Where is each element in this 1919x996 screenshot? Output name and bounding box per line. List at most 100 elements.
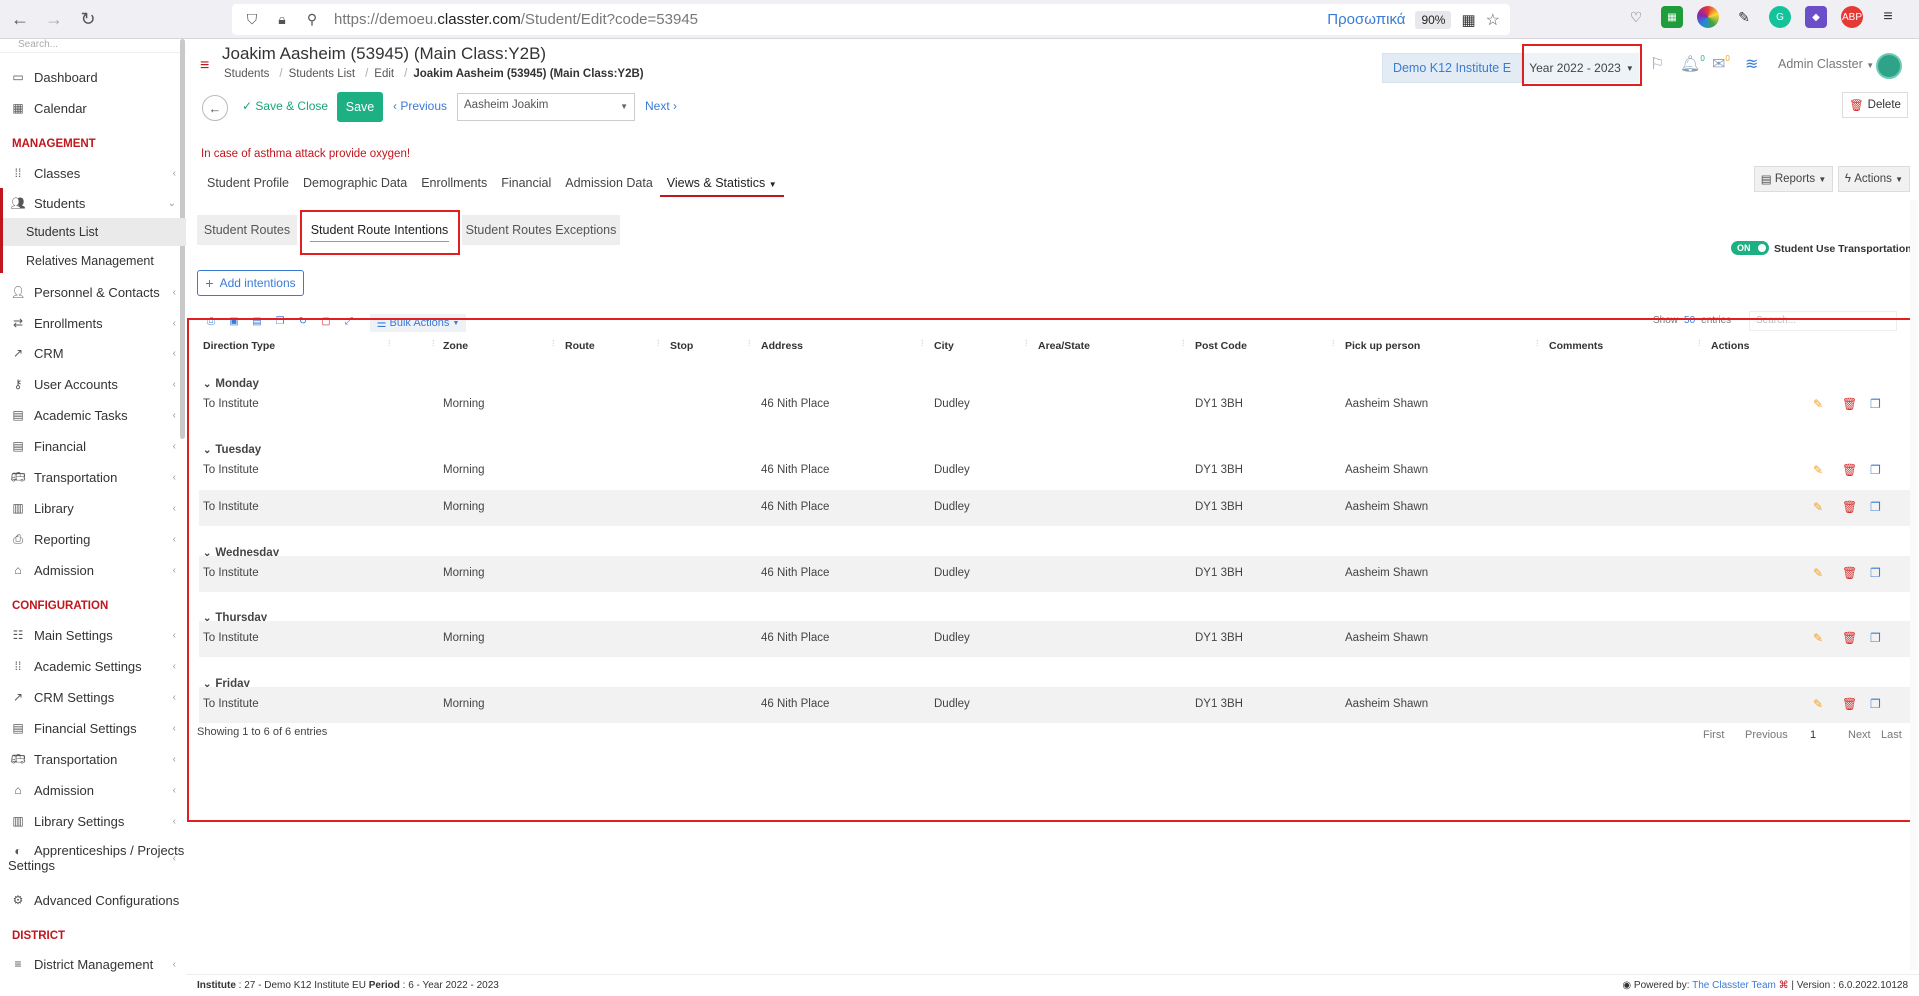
qr-icon[interactable]: ▦: [1461, 11, 1475, 29]
mail-icon[interactable]: ✉0: [1712, 54, 1730, 74]
sidebar-item-calendar[interactable]: ▦ Calendar: [0, 95, 186, 121]
sort-icon[interactable]: ⁞: [657, 338, 660, 348]
institute-selector[interactable]: Demo K12 Institute E: [1382, 53, 1522, 83]
breadcrumb-edit[interactable]: Edit: [374, 68, 394, 80]
menu-icon[interactable]: ≡: [1877, 6, 1899, 28]
sidebar-item-admission-settings[interactable]: ⌂ Admission ‹: [0, 777, 186, 803]
actions-button[interactable]: ϟ Actions ▼: [1838, 166, 1910, 192]
column-header-address[interactable]: Address: [761, 340, 803, 352]
sidebar-item-relatives-management[interactable]: Relatives Management: [0, 247, 186, 275]
sidebar-item-students-list[interactable]: Students List: [0, 218, 186, 246]
pager-previous[interactable]: Previous: [1745, 729, 1788, 741]
trash-icon[interactable]: 🗑︎: [1842, 631, 1857, 645]
breadcrumb-students-list[interactable]: Students List: [289, 68, 355, 80]
reports-button[interactable]: ▤ Reports ▼: [1754, 166, 1833, 192]
copy-icon[interactable]: ❐: [1870, 631, 1881, 645]
admin-user-menu[interactable]: Admin Classter ▼: [1778, 57, 1874, 71]
hamburger-icon[interactable]: ≡: [200, 57, 209, 75]
flag-icon[interactable]: ⚐: [1650, 54, 1664, 74]
page-scrollbar[interactable]: [1910, 200, 1918, 970]
table-row[interactable]: To Institute Morning 46 Nith Place Dudley DY…: [199, 621, 1911, 657]
tab-admission-data[interactable]: Admission Data: [558, 171, 660, 197]
adblock-icon[interactable]: ABP: [1841, 6, 1863, 28]
edit-pencil-icon[interactable]: ✎: [1813, 397, 1823, 411]
pager-last[interactable]: Last: [1881, 729, 1902, 741]
trash-icon[interactable]: 🗑︎: [1842, 397, 1857, 411]
column-header-direction-type[interactable]: Direction Type: [203, 340, 275, 352]
sort-icon[interactable]: ⁞: [1182, 338, 1185, 348]
save-close-button[interactable]: ✓ Save & Close: [242, 99, 328, 113]
container-label[interactable]: Προσωπικά: [1327, 11, 1405, 28]
save-button[interactable]: Save: [337, 92, 383, 122]
edit-pencil-icon[interactable]: ✎: [1813, 697, 1823, 711]
sort-icon[interactable]: ⁞: [1332, 338, 1335, 348]
column-header-area-state[interactable]: Area/State: [1038, 340, 1090, 352]
extension-shield-icon[interactable]: ◆: [1805, 6, 1827, 28]
previous-button[interactable]: ‹ Previous: [393, 99, 447, 113]
copy-icon[interactable]: ❐: [1870, 697, 1881, 711]
sort-icon[interactable]: ⁞: [432, 338, 435, 348]
refresh-icon[interactable]: ↻: [296, 316, 310, 327]
next-button[interactable]: Next ›: [645, 99, 677, 113]
back-button[interactable]: ←: [202, 95, 228, 121]
footer-team-link[interactable]: The Classter Team: [1692, 980, 1776, 991]
bell-icon[interactable]: 🔔︎0: [1680, 54, 1705, 74]
year-selector[interactable]: Year 2022 - 2023 ▼: [1524, 53, 1639, 83]
edit-pencil-icon[interactable]: ✎: [1813, 500, 1823, 514]
pdf-icon[interactable]: ▢: [319, 316, 333, 327]
trash-icon[interactable]: 🗑︎: [1842, 566, 1857, 580]
bookmark-star-icon[interactable]: ☆: [1486, 10, 1500, 30]
table-row[interactable]: To Institute Morning 46 Nith Place Dudley DY…: [199, 687, 1911, 723]
sidebar-item-user-accounts[interactable]: ⚷ User Accounts ‹: [0, 371, 186, 397]
sidebar-item-reporting[interactable]: ⎙ Reporting ‹: [0, 526, 186, 552]
column-header-comments[interactable]: Comments: [1549, 340, 1603, 352]
copy-icon[interactable]: ❐: [1870, 566, 1881, 580]
column-header-pickup-person[interactable]: Pick up person: [1345, 340, 1420, 352]
column-header-zone[interactable]: Zone: [443, 340, 468, 352]
column-header-post-code[interactable]: Post Code: [1195, 340, 1247, 352]
sidebar-item-crm[interactable]: ↗ CRM ‹: [0, 340, 186, 366]
tab-demographic-data[interactable]: Demographic Data: [296, 171, 414, 197]
entries-count-select[interactable]: 50: [1684, 315, 1695, 326]
expand-icon[interactable]: ⤢: [342, 316, 356, 327]
sort-icon[interactable]: ⁞: [1025, 338, 1028, 348]
sort-icon[interactable]: ⁞: [552, 338, 555, 348]
copy-icon[interactable]: ❐: [273, 316, 287, 327]
copy-icon[interactable]: ❐: [1870, 500, 1881, 514]
pager-next[interactable]: Next: [1848, 729, 1871, 741]
edit-pencil-icon[interactable]: ✎: [1813, 631, 1823, 645]
tab-financial[interactable]: Financial: [494, 171, 558, 197]
zoom-level[interactable]: 90%: [1415, 10, 1452, 29]
trash-icon[interactable]: 🗑︎: [1842, 500, 1857, 514]
subtab-student-routes-exceptions[interactable]: Student Routes Exceptions: [462, 215, 620, 245]
avatar[interactable]: [1876, 53, 1902, 79]
forward-arrow-icon[interactable]: →: [40, 5, 68, 33]
sidebar-item-library-settings[interactable]: ▥ Library Settings ‹: [0, 808, 186, 834]
sidebar-item-classes[interactable]: ⁞⁞ Classes ‹: [0, 160, 186, 186]
pager-first[interactable]: First: [1703, 729, 1724, 741]
address-bar[interactable]: ⛉ 🔒︎ ⚲ https://demoeu.classter.com/Stude…: [232, 4, 1510, 35]
sort-icon[interactable]: ⁞: [1536, 338, 1539, 348]
sort-icon[interactable]: ⁞: [748, 338, 751, 348]
sidebar-item-transportation-settings[interactable]: 🚌︎ Transportation ‹: [0, 746, 186, 772]
edit-pencil-icon[interactable]: ✎: [1813, 566, 1823, 580]
bulk-actions-button[interactable]: ☰ Bulk Actions ▼: [370, 314, 466, 332]
sort-icon[interactable]: ⁞: [921, 338, 924, 348]
sidebar-item-district-management[interactable]: ≡ District Management ‹: [0, 951, 186, 977]
back-arrow-icon[interactable]: ←: [6, 5, 34, 33]
sort-icon[interactable]: ⁞: [1698, 338, 1701, 348]
column-header-route[interactable]: Route: [565, 340, 595, 352]
sidebar-item-enrollments[interactable]: ⇄ Enrollments ‹: [0, 310, 186, 336]
table-row[interactable]: To Institute Morning 46 Nith Place Dudley DY…: [199, 556, 1911, 592]
grammarly-icon[interactable]: G: [1769, 6, 1791, 28]
extension-green-icon[interactable]: ▦: [1661, 6, 1683, 28]
table-row[interactable]: To Institute Morning 46 Nith Place Dudley DY…: [199, 490, 1911, 526]
trash-icon[interactable]: 🗑︎: [1842, 697, 1857, 711]
add-intentions-button[interactable]: + Add intentions: [197, 270, 304, 296]
eyedropper-icon[interactable]: ✎: [1733, 6, 1755, 28]
breadcrumb-students[interactable]: Students: [224, 68, 269, 80]
tab-views-statistics[interactable]: Views & Statistics ▼: [659, 171, 784, 197]
delete-button[interactable]: 🗑︎ Delete: [1842, 92, 1908, 118]
sidebar-item-students[interactable]: 👥︎ Students ⌄: [0, 190, 186, 216]
subtab-student-routes[interactable]: Student Routes: [197, 215, 297, 245]
